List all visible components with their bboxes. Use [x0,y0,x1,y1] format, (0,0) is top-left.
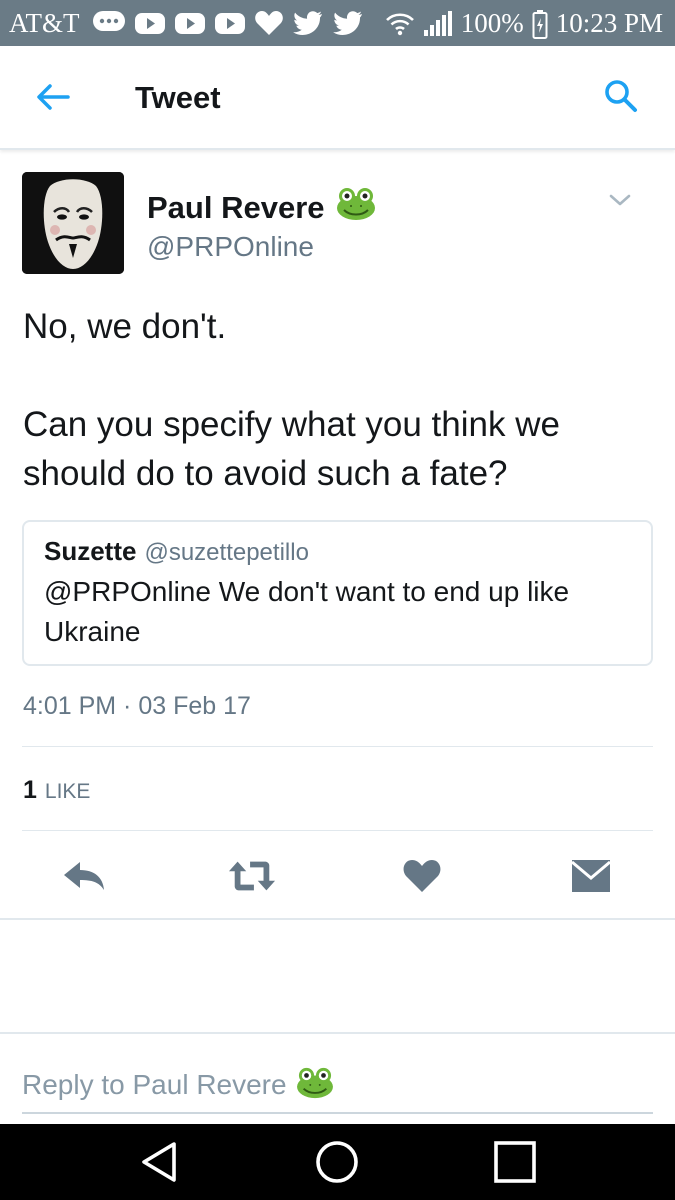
battery-icon [532,9,548,39]
author-name: Paul Revere [147,190,325,225]
quoted-tweet-header: Suzette @suzettepetillo [44,536,309,567]
divider [22,746,653,747]
signal-icon [423,10,453,38]
section-divider [0,1032,675,1034]
guy-fawkes-mask-icon [22,172,124,274]
battery-percent: 100% [460,8,524,38]
reply-button[interactable] [60,856,108,896]
section-divider [0,918,675,920]
notification-icons [92,9,364,37]
page-title: Tweet [135,80,221,115]
twitter-icon [332,9,364,37]
square-recents-icon [494,1141,536,1183]
likes-label: LIKE [44,780,91,803]
back-button[interactable] [34,80,72,114]
tweet-actions [0,850,675,904]
youtube-icon [174,9,206,37]
avatar[interactable] [22,172,124,274]
quoted-author-handle: @suzettepetillo [144,539,309,566]
quoted-author-name: Suzette [44,536,137,566]
direct-message-button[interactable] [567,856,615,896]
system-navigation-bar [0,1124,675,1200]
tweet-timestamp: 4:01 PM · 03 Feb 17 [23,692,251,720]
divider [22,830,653,831]
author-name-row[interactable]: Paul Revere [147,186,377,230]
status-right: 100% 10:23 PM [385,8,663,39]
back-arrow-icon [37,84,70,110]
like-icon [403,860,441,892]
nav-recents-button[interactable] [491,1138,539,1186]
quoted-tweet-text: @PRPOnline We don't want to end up like … [44,576,570,647]
frog-emoji-icon [335,186,377,230]
search-icon [605,80,637,112]
author-handle[interactable]: @PRPOnline [147,231,314,263]
clock: 10:23 PM [555,8,663,38]
nav-back-button[interactable] [136,1138,184,1186]
retweet-icon [228,861,276,891]
quoted-tweet[interactable]: Suzette @suzettepetillo @PRPOnline We do… [22,520,653,666]
reply-icon [64,862,104,890]
like-button[interactable] [398,856,446,896]
reply-placeholder: Reply to Paul Revere [22,1069,287,1100]
chat-icon [92,9,126,37]
status-bar: AT&T 100% 10:23 PM [0,0,675,46]
youtube-icon [134,9,166,37]
likes-stat[interactable]: 1 LIKE [23,776,90,805]
nav-home-button[interactable] [313,1138,361,1186]
search-button[interactable] [603,78,639,114]
frog-emoji-icon [295,1066,335,1105]
app-bar: Tweet [0,46,675,150]
carrier-label: AT&T [9,8,80,38]
chevron-down-icon [609,194,631,206]
direct-message-icon [571,860,611,892]
youtube-icon [214,9,246,37]
retweet-button[interactable] [228,856,276,896]
twitter-icon [292,9,324,37]
triangle-back-icon [142,1142,176,1182]
heart-icon [254,9,284,37]
reply-input[interactable]: Reply to Paul Revere [22,1058,653,1114]
tweet-text: No, we don't. Can you specify what you t… [23,307,560,493]
likes-count: 1 [23,776,37,804]
tweet-menu-button[interactable] [607,190,633,210]
wifi-icon [385,11,415,37]
circle-home-icon [316,1141,358,1183]
